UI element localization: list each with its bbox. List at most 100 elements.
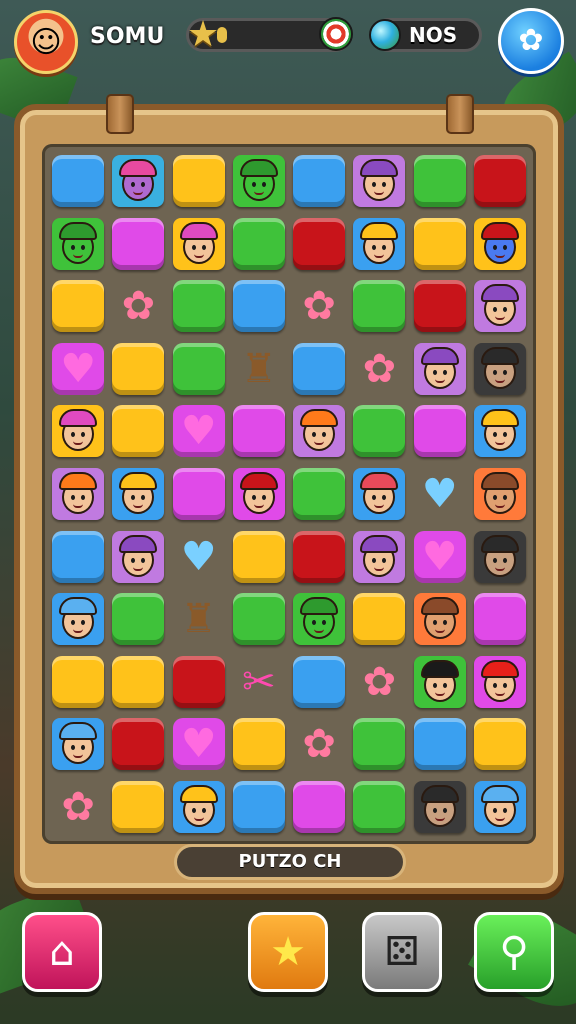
board-cell[interactable]: ✿ xyxy=(108,275,168,338)
board-cell[interactable] xyxy=(169,150,229,213)
green-tile[interactable] xyxy=(353,405,406,458)
character-tile[interactable] xyxy=(353,217,406,270)
board-cell[interactable] xyxy=(229,588,289,651)
green-tile[interactable] xyxy=(172,280,225,333)
board-cell[interactable] xyxy=(470,213,530,276)
character-tile[interactable] xyxy=(353,155,406,208)
board-cell[interactable] xyxy=(169,213,229,276)
red-tile[interactable] xyxy=(473,155,526,208)
board-cell[interactable] xyxy=(169,650,229,713)
character-tile[interactable] xyxy=(52,217,105,270)
board-cell[interactable]: ✿ xyxy=(289,713,349,776)
board-cell[interactable]: ✂ xyxy=(229,650,289,713)
board-cell[interactable] xyxy=(410,213,470,276)
character-tile[interactable] xyxy=(473,530,526,583)
board-cell[interactable] xyxy=(229,713,289,776)
board-cell[interactable] xyxy=(48,213,108,276)
character-tile[interactable] xyxy=(473,217,526,270)
board-cell[interactable] xyxy=(410,338,470,401)
board-cell[interactable] xyxy=(289,400,349,463)
character-tile[interactable] xyxy=(473,467,526,520)
character-tile[interactable] xyxy=(52,718,105,771)
board-cell[interactable] xyxy=(289,213,349,276)
board-cell[interactable] xyxy=(108,713,168,776)
character-tile[interactable] xyxy=(293,593,346,646)
character-tile[interactable] xyxy=(473,342,526,395)
green-tile[interactable] xyxy=(232,593,285,646)
board-cell[interactable] xyxy=(289,463,349,526)
board-cell[interactable] xyxy=(108,213,168,276)
yellow-tile[interactable] xyxy=(52,655,105,708)
board-cell[interactable] xyxy=(349,463,409,526)
board-cell[interactable] xyxy=(108,650,168,713)
coin-counter[interactable]: NOS xyxy=(369,18,482,52)
board-cell[interactable] xyxy=(349,275,409,338)
character-tile[interactable] xyxy=(172,217,225,270)
board-cell[interactable] xyxy=(289,588,349,651)
pink-tile[interactable] xyxy=(232,405,285,458)
board-cell[interactable] xyxy=(470,713,530,776)
blue-tile[interactable] xyxy=(232,280,285,333)
board-cell[interactable] xyxy=(169,275,229,338)
menu-button[interactable]: ✿ xyxy=(498,8,564,74)
board-cell[interactable] xyxy=(108,588,168,651)
board-cell[interactable]: ♥ xyxy=(410,525,470,588)
character-tile[interactable] xyxy=(232,467,285,520)
search-button[interactable]: ⚲ xyxy=(474,912,554,992)
yellow-tile[interactable] xyxy=(172,155,225,208)
board-cell[interactable]: ✿ xyxy=(289,275,349,338)
green-tile[interactable] xyxy=(353,780,406,833)
yellow-tile[interactable] xyxy=(112,405,165,458)
board-cell[interactable] xyxy=(169,463,229,526)
character-tile[interactable] xyxy=(232,155,285,208)
board-cell[interactable] xyxy=(349,588,409,651)
player-avatar[interactable]: ☺ xyxy=(14,10,78,74)
yellow-tile[interactable] xyxy=(473,718,526,771)
character-tile[interactable] xyxy=(413,593,466,646)
blue-tile[interactable] xyxy=(293,155,346,208)
board-cell[interactable] xyxy=(108,150,168,213)
blue-tile[interactable] xyxy=(293,655,346,708)
pink-tile[interactable] xyxy=(413,405,466,458)
board-cell[interactable]: ♜ xyxy=(169,588,229,651)
board-cell[interactable] xyxy=(410,775,470,838)
blue-tile[interactable] xyxy=(52,530,105,583)
star-button[interactable]: ★ xyxy=(248,912,328,992)
green-tile[interactable] xyxy=(413,155,466,208)
board-cell[interactable] xyxy=(349,525,409,588)
board-cell[interactable] xyxy=(108,400,168,463)
character-tile[interactable] xyxy=(473,655,526,708)
flower-icon[interactable]: ✿ xyxy=(353,656,405,708)
character-tile[interactable] xyxy=(413,342,466,395)
board-cell[interactable] xyxy=(410,150,470,213)
green-tile[interactable] xyxy=(112,593,165,646)
character-tile[interactable] xyxy=(172,780,225,833)
board-cell[interactable] xyxy=(229,525,289,588)
red-tile[interactable] xyxy=(293,530,346,583)
red-tile[interactable] xyxy=(172,655,225,708)
flower-icon[interactable]: ✿ xyxy=(112,280,164,332)
board-cell[interactable] xyxy=(48,713,108,776)
pink-tile[interactable] xyxy=(293,780,346,833)
blue-tile[interactable] xyxy=(232,780,285,833)
board-cell[interactable] xyxy=(108,525,168,588)
character-tile[interactable] xyxy=(52,593,105,646)
character-tile[interactable] xyxy=(353,467,406,520)
board-cell[interactable] xyxy=(470,775,530,838)
character-tile[interactable] xyxy=(52,467,105,520)
board-cell[interactable] xyxy=(410,275,470,338)
heart-icon[interactable]: ♥ xyxy=(414,468,466,520)
character-tile[interactable] xyxy=(293,405,346,458)
board-cell[interactable] xyxy=(349,213,409,276)
red-tile[interactable] xyxy=(112,718,165,771)
board-cell[interactable] xyxy=(48,650,108,713)
board-cell[interactable] xyxy=(470,275,530,338)
board-cell[interactable]: ✿ xyxy=(48,775,108,838)
red-tile[interactable] xyxy=(293,217,346,270)
board-cell[interactable] xyxy=(289,775,349,838)
board-cell[interactable] xyxy=(289,650,349,713)
board-cell[interactable] xyxy=(48,400,108,463)
board-cell[interactable]: ✿ xyxy=(349,338,409,401)
board-cell[interactable] xyxy=(410,588,470,651)
flower-icon[interactable]: ✿ xyxy=(293,718,345,770)
